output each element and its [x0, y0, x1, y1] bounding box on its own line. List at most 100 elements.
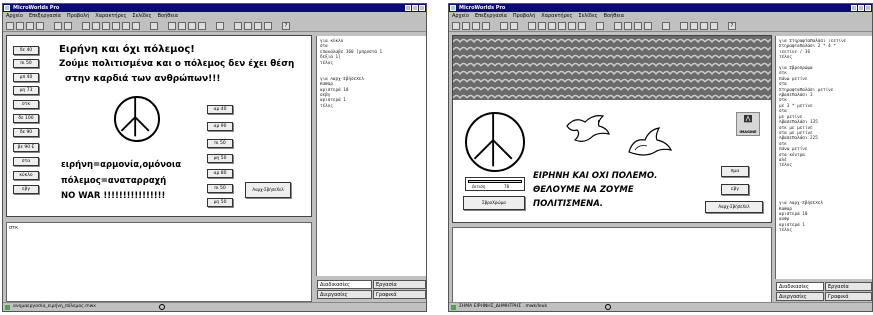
tab-processes[interactable]: Διεργασίες	[317, 290, 372, 299]
new-icon[interactable]	[6, 21, 14, 30]
menu-edit[interactable]: Επεξεργασία	[29, 12, 61, 20]
command-button[interactable]: αρ 40	[207, 105, 233, 114]
menu-characters[interactable]: Χαρακτήρες	[95, 12, 126, 20]
command-button[interactable]: πι 50	[207, 184, 233, 193]
command-button[interactable]: πι 50	[13, 59, 39, 68]
slider-icon[interactable]	[568, 21, 576, 30]
button-icon[interactable]	[112, 21, 120, 30]
button-icon[interactable]	[558, 21, 566, 30]
command-button[interactable]: μπ 40	[13, 73, 39, 82]
help-icon[interactable]: ?	[728, 21, 736, 30]
arrow-icon[interactable]	[82, 21, 90, 30]
close-icon[interactable]	[865, 5, 871, 11]
slider-icon[interactable]	[122, 21, 130, 30]
scissors-icon[interactable]	[150, 21, 158, 30]
command-button[interactable]: δε 40	[13, 46, 39, 55]
open-icon[interactable]	[16, 21, 24, 30]
pen-icon[interactable]	[198, 21, 206, 30]
stamp-icon[interactable]	[188, 21, 196, 30]
menu-edit[interactable]: Επεξεργασία	[475, 12, 507, 20]
command-button[interactable]: αρ 90	[207, 122, 233, 131]
new-icon[interactable]	[452, 21, 460, 30]
chart-icon[interactable]	[690, 21, 698, 30]
help-icon[interactable]: ?	[282, 21, 290, 30]
command-center[interactable]: στκ	[6, 222, 312, 302]
menu-file[interactable]: Αρχείο	[452, 12, 469, 20]
command-button[interactable]: μη 50	[207, 154, 233, 163]
command-button[interactable]: αρ 80	[207, 169, 233, 178]
command-center[interactable]	[452, 227, 772, 303]
procedures-pane[interactable]: για κύκλο στα επανάλαβε 360 [μπροστά 1 δ…	[316, 36, 426, 276]
text-icon[interactable]	[102, 21, 110, 30]
tab-processes[interactable]: Διεργασίες	[776, 292, 824, 301]
tab-graphics[interactable]: Γραφικά	[825, 292, 872, 301]
music-icon[interactable]	[132, 21, 140, 30]
scissors-icon[interactable]	[596, 21, 604, 30]
print-icon[interactable]	[36, 21, 44, 30]
slider[interactable]: έκτιση 78	[465, 177, 525, 191]
paint-icon[interactable]	[254, 21, 262, 30]
save-icon[interactable]	[472, 21, 480, 30]
minimize-icon[interactable]	[405, 5, 411, 11]
text-icon[interactable]	[548, 21, 556, 30]
command-button[interactable]: μη 50	[207, 198, 233, 207]
command-button[interactable]: εβγ	[721, 184, 749, 195]
menu-help[interactable]: Βοήθεια	[158, 12, 178, 20]
tab-project[interactable]: Εργασία	[825, 282, 872, 291]
cut-icon[interactable]	[500, 21, 508, 30]
maximize-icon[interactable]	[858, 5, 864, 11]
cut-icon[interactable]	[54, 21, 62, 30]
command-button[interactable]: βε 90 Ε	[13, 143, 39, 152]
pen-icon[interactable]	[644, 21, 652, 30]
print-icon[interactable]	[482, 21, 490, 30]
turtle-icon[interactable]	[92, 21, 100, 30]
tab-procedures[interactable]: Διαδικασίες	[776, 282, 824, 291]
clear-graphics-button[interactable]: Ααρχ-ΣβήσεΧελ	[245, 182, 291, 198]
copy-icon[interactable]	[64, 21, 72, 30]
stop-icon[interactable]	[662, 21, 670, 30]
magnifier-icon[interactable]	[159, 304, 165, 310]
minimize-icon[interactable]	[851, 5, 857, 11]
command-button[interactable]: πμα	[721, 166, 749, 177]
zoom-icon[interactable]	[178, 21, 186, 30]
maximize-icon[interactable]	[412, 5, 418, 11]
run-icon[interactable]	[234, 21, 242, 30]
music-icon[interactable]	[578, 21, 586, 30]
clear-graphics-button[interactable]: Ααρχ-ΣβήσεΧελ	[705, 201, 763, 213]
command-button[interactable]: εβγ	[13, 185, 39, 194]
paint-icon[interactable]	[700, 21, 708, 30]
turtle-icon[interactable]	[538, 21, 546, 30]
command-button[interactable]: δε 90	[13, 128, 39, 137]
menu-pages[interactable]: Σελίδες	[578, 12, 597, 20]
stop-icon[interactable]	[216, 21, 224, 30]
eye-icon[interactable]	[614, 21, 622, 30]
run-icon[interactable]	[680, 21, 688, 30]
close-icon[interactable]	[419, 5, 425, 11]
slider-track[interactable]	[468, 180, 522, 183]
tab-graphics[interactable]: Γραφικά	[373, 290, 426, 299]
command-button[interactable]: πι 50	[207, 139, 233, 148]
command-button[interactable]: δε 100	[13, 114, 39, 123]
copy-icon[interactable]	[510, 21, 518, 30]
command-button[interactable]: στα	[13, 157, 39, 166]
tab-project[interactable]: Εργασία	[373, 280, 426, 289]
zoom-icon[interactable]	[624, 21, 632, 30]
command-button[interactable]: κύκλο	[13, 171, 39, 180]
imagine-picture[interactable]: IMAGINE	[736, 112, 760, 136]
magnifier-icon[interactable]	[605, 304, 611, 310]
shapes-icon[interactable]	[710, 21, 718, 30]
save-icon[interactable]	[26, 21, 34, 30]
open-icon[interactable]	[462, 21, 470, 30]
command-button[interactable]: στκ	[13, 100, 39, 109]
menu-characters[interactable]: Χαρακτήρες	[541, 12, 572, 20]
menu-view[interactable]: Προβολή	[513, 12, 535, 20]
shapes-icon[interactable]	[264, 21, 272, 30]
menu-view[interactable]: Προβολή	[67, 12, 89, 20]
procedures-pane[interactable]: για ΣτηραφταΠαλάσι ιεετίνε ΣτηραφταΠαλάσ…	[775, 36, 872, 279]
command-button[interactable]: μη 73	[13, 86, 39, 95]
arrow-icon[interactable]	[528, 21, 536, 30]
chart-icon[interactable]	[244, 21, 252, 30]
menu-help[interactable]: Βοήθεια	[604, 12, 624, 20]
menu-pages[interactable]: Σελίδες	[132, 12, 151, 20]
tab-procedures[interactable]: Διαδικασίες	[317, 280, 372, 289]
